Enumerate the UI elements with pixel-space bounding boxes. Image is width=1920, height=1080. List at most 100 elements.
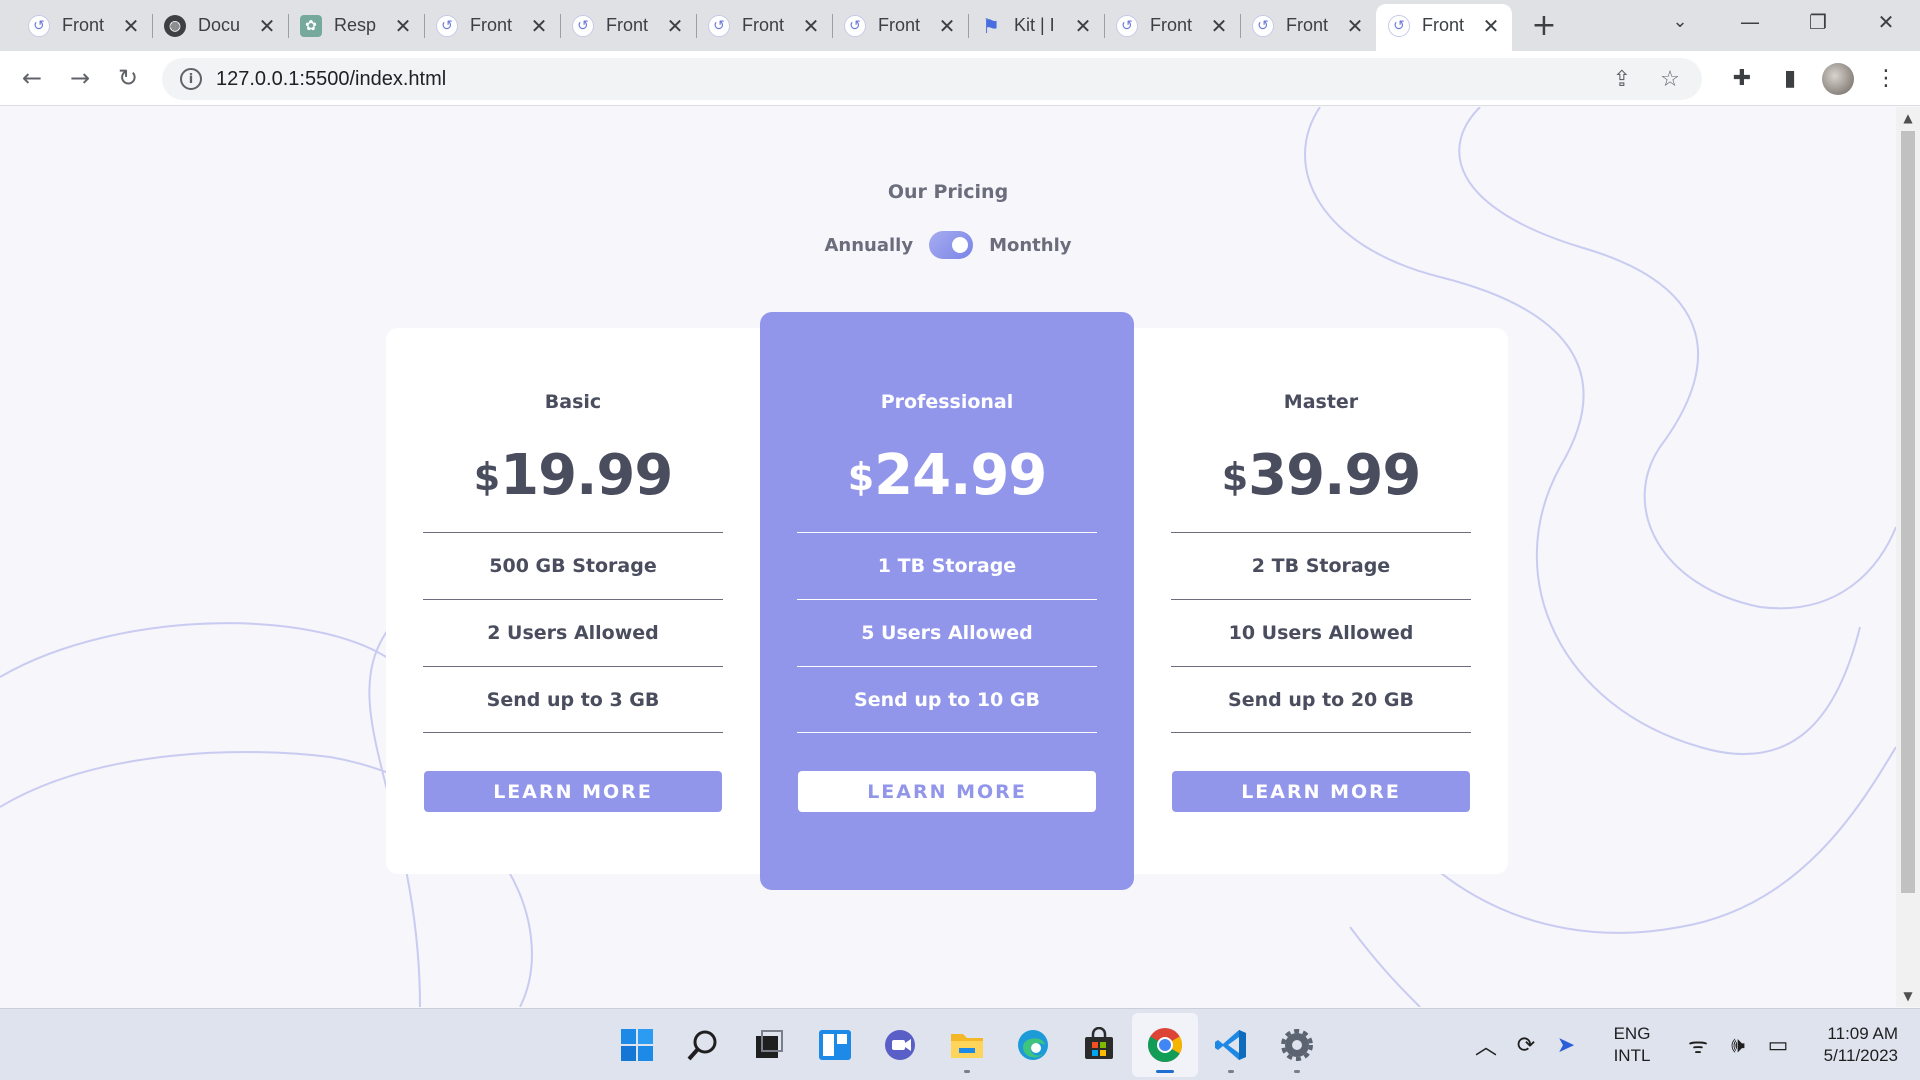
feature-list: 1 TB Storage 5 Users Allowed Send up to … — [797, 532, 1097, 733]
task-view-icon[interactable] — [736, 1013, 802, 1077]
learn-more-button[interactable]: LEARN MORE — [424, 771, 722, 812]
menu-kebab-icon[interactable]: ⋮ — [1862, 55, 1910, 103]
wifi-icon[interactable]: ᯤ — [1678, 1025, 1718, 1065]
file-explorer-icon[interactable] — [934, 1013, 1000, 1077]
extensions-icon[interactable]: ✚ — [1718, 55, 1766, 103]
restore-icon[interactable]: ❐ — [1784, 0, 1852, 43]
profile-avatar[interactable] — [1822, 62, 1854, 95]
close-tab-icon[interactable]: ✕ — [666, 14, 684, 38]
forward-icon[interactable]: → — [56, 54, 104, 102]
windows-start-icon[interactable] — [604, 1013, 670, 1077]
flag-icon: ⚑ — [982, 13, 1000, 38]
lang-layout: INTL — [1613, 1046, 1651, 1065]
feature-list: 2 TB Storage 10 Users Allowed Send up to… — [1171, 532, 1471, 733]
frontend-mentor-icon: ↺ — [28, 14, 50, 37]
frontend-mentor-icon: ↺ — [844, 14, 866, 37]
plan-name: Professional — [880, 391, 1014, 413]
pricing-heading: Our Pricing — [887, 181, 1009, 203]
settings-icon[interactable] — [1264, 1013, 1330, 1077]
feature-item: Send up to 10 GB — [797, 666, 1097, 733]
search-icon[interactable] — [670, 1013, 736, 1077]
browser-tab[interactable]: ↺ Front ✕ — [1104, 4, 1240, 47]
feature-item: 2 TB Storage — [1171, 532, 1471, 599]
lang-code: ENG — [1613, 1024, 1651, 1043]
share-icon[interactable]: ⇪ — [1598, 67, 1646, 92]
close-tab-icon[interactable]: ✕ — [258, 14, 276, 38]
close-window-icon[interactable]: ✕ — [1852, 0, 1920, 43]
browser-tab-active[interactable]: ↺ Front ✕ — [1376, 4, 1512, 51]
browser-tab[interactable]: ↺ Front ✕ — [696, 4, 832, 47]
reload-icon[interactable]: ↻ — [104, 54, 152, 102]
scrollbar-thumb[interactable] — [1901, 131, 1915, 893]
tab-title: Front — [1150, 15, 1193, 35]
input-language[interactable]: ENG INTL — [1602, 1023, 1662, 1067]
url-text[interactable]: 127.0.0.1:5500/index.html — [216, 68, 446, 91]
browser-tab[interactable]: ⚑ Kit | I ✕ — [968, 4, 1104, 47]
location-icon[interactable]: ➤ — [1546, 1025, 1586, 1065]
feature-list: 500 GB Storage 2 Users Allowed Send up t… — [423, 532, 723, 733]
close-tab-icon[interactable]: ✕ — [394, 14, 412, 38]
learn-more-button[interactable]: LEARN MORE — [798, 771, 1096, 812]
pricing-card-basic: Basic $19.99 500 GB Storage 2 Users Allo… — [386, 328, 760, 874]
browser-tab[interactable]: ◍ Docu ✕ — [152, 4, 288, 47]
frontend-mentor-icon: ↺ — [436, 14, 458, 37]
new-tab-icon[interactable]: + — [1520, 4, 1568, 47]
close-tab-icon[interactable]: ✕ — [1482, 14, 1500, 38]
running-indicator — [964, 1070, 970, 1073]
edge-icon[interactable] — [1000, 1013, 1066, 1077]
vscode-icon[interactable] — [1198, 1013, 1264, 1077]
plan-price: $19.99 — [386, 443, 760, 508]
billing-toggle-switch[interactable] — [929, 231, 974, 259]
clock[interactable]: 11:09 AM 5/11/2023 — [1808, 1023, 1898, 1067]
browser-tab[interactable]: ↺ Front ✕ — [560, 4, 696, 47]
close-tab-icon[interactable]: ✕ — [802, 14, 820, 38]
battery-icon[interactable]: ▭ — [1758, 1025, 1798, 1065]
close-tab-icon[interactable]: ✕ — [1210, 14, 1228, 38]
browser-tab[interactable]: ↺ Front ✕ — [424, 4, 560, 47]
close-tab-icon[interactable]: ✕ — [1346, 14, 1364, 38]
tab-search-icon[interactable]: ⌄ — [1660, 0, 1700, 43]
chrome-icon[interactable] — [1132, 1013, 1198, 1077]
scroll-down-icon[interactable]: ▼ — [1896, 989, 1920, 1003]
plan-name: Basic — [544, 391, 602, 413]
site-info-icon[interactable]: i — [180, 68, 202, 90]
close-tab-icon[interactable]: ✕ — [530, 14, 548, 38]
currency-symbol: $ — [847, 455, 875, 499]
toggle-label-monthly[interactable]: Monthly — [989, 235, 1071, 256]
close-tab-icon[interactable]: ✕ — [938, 14, 956, 38]
clock-time: 11:09 AM — [1827, 1024, 1898, 1043]
browser-tab[interactable]: ↺ Front ✕ — [832, 4, 968, 47]
side-panel-icon[interactable]: ▮ — [1766, 55, 1814, 103]
bookmark-star-icon[interactable]: ☆ — [1646, 67, 1694, 92]
plan-name: Master — [1283, 391, 1359, 413]
frontend-mentor-icon: ↺ — [1252, 14, 1274, 37]
windows-taskbar: ︿ ⟳ ➤ ENG INTL ᯤ 🕪 ▭ 11:09 AM 5/11/2023 — [0, 1008, 1920, 1080]
back-icon[interactable]: ← — [8, 54, 56, 102]
currency-symbol: $ — [1221, 455, 1249, 499]
show-hidden-icons-chevron-icon[interactable]: ︿ — [1466, 1025, 1506, 1065]
feature-item: Send up to 3 GB — [423, 666, 723, 733]
widgets-icon[interactable] — [802, 1013, 868, 1077]
minimize-icon[interactable]: — — [1716, 0, 1784, 43]
browser-tab[interactable]: ✿ Resp ✕ — [288, 4, 424, 47]
close-tab-icon[interactable]: ✕ — [1074, 14, 1092, 38]
page-scrollbar[interactable]: ▲ ▼ — [1896, 107, 1920, 1007]
toggle-label-annually[interactable]: Annually — [824, 235, 913, 256]
address-bar[interactable]: i 127.0.0.1:5500/index.html ⇪ ☆ — [162, 58, 1702, 100]
tab-title: Docu — [198, 15, 241, 35]
close-tab-icon[interactable]: ✕ — [122, 14, 140, 38]
volume-icon[interactable]: 🕪 — [1718, 1025, 1758, 1065]
teams-chat-icon[interactable] — [868, 1013, 934, 1077]
store-icon[interactable] — [1066, 1013, 1132, 1077]
sync-icon[interactable]: ⟳ — [1506, 1025, 1546, 1065]
frontend-mentor-icon: ↺ — [572, 14, 594, 37]
learn-more-button[interactable]: LEARN MORE — [1172, 771, 1470, 812]
running-indicator — [1228, 1070, 1234, 1073]
system-tray: ︿ ⟳ ➤ ENG INTL ᯤ 🕪 ▭ 11:09 AM 5/11/2023 — [1466, 1009, 1920, 1080]
browser-toolbar: ← → ↻ i 127.0.0.1:5500/index.html ⇪ ☆ ✚ … — [0, 51, 1920, 106]
scroll-up-icon[interactable]: ▲ — [1896, 111, 1920, 125]
feature-item: 2 Users Allowed — [423, 599, 723, 666]
browser-tab[interactable]: ↺ Front ✕ — [16, 4, 152, 47]
toggle-knob — [952, 237, 969, 253]
browser-tab[interactable]: ↺ Front ✕ — [1240, 4, 1376, 47]
